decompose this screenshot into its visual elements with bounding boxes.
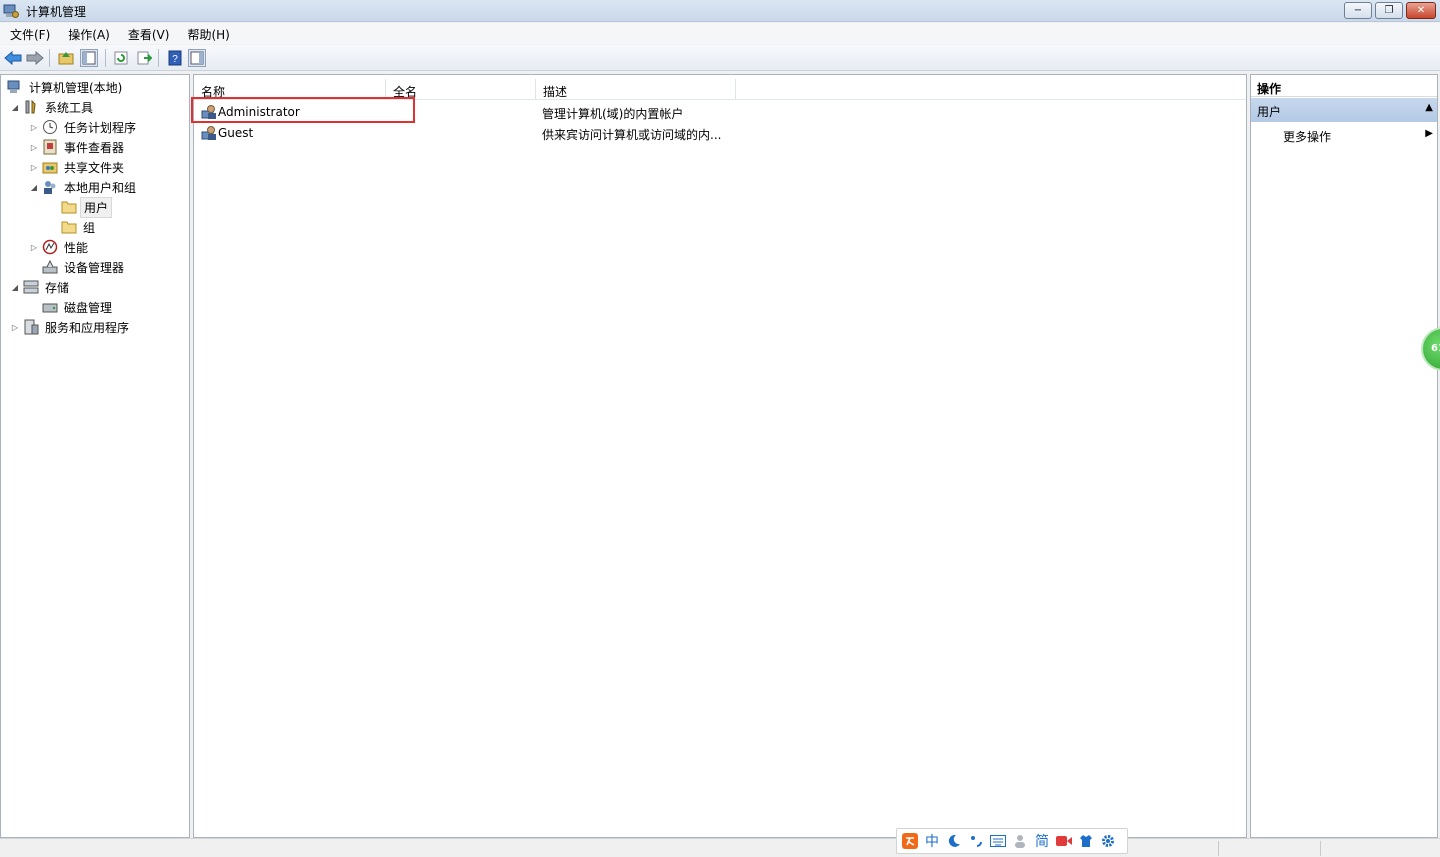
action-pane-header: 操作 [1251,75,1437,97]
tree-item-label: 任务计划程序 [64,120,137,135]
user-icon [201,126,216,140]
export-list-icon[interactable] [135,49,153,67]
menu-view[interactable]: 查看(V) [118,23,178,44]
ime-simplified-chinese[interactable]: 简 [1033,832,1051,850]
disk-management-icon [42,299,58,315]
ime-toolbar: 中 简 [896,828,1128,854]
task-scheduler-icon [42,119,58,135]
help-icon[interactable]: ? [166,49,184,67]
back-icon[interactable] [4,49,22,67]
user-description: 供来宾访问计算机或访问域的内... [542,128,722,142]
collapse-toggle-icon[interactable]: ◢ [10,103,20,112]
performance-icon [42,239,58,255]
user-account-icon[interactable] [1011,832,1029,850]
skin-shirt-icon[interactable] [1077,832,1095,850]
title-bar: 计算机管理 − ❐ ✕ [0,0,1440,22]
tree-item-shared-folders[interactable]: ▷ 共享文件夹 [29,157,127,177]
collapse-toggle-icon[interactable]: ◢ [10,283,20,292]
tree-item-groups[interactable]: 组 [58,217,98,237]
expand-toggle-icon[interactable]: ▷ [29,143,39,152]
tree-item-label: 存储 [45,280,70,295]
close-button[interactable]: ✕ [1406,2,1436,19]
user-name: Guest [218,126,254,140]
keyboard-icon[interactable] [989,832,1007,850]
collapse-arrow-icon[interactable]: ▲ [1425,102,1433,113]
menu-file[interactable]: 文件(F) [0,23,58,44]
tree-item-disk-management[interactable]: 磁盘管理 [39,297,115,317]
tree-item-services-apps[interactable]: ▷ 服务和应用程序 [10,317,132,337]
event-viewer-icon [42,139,58,155]
show-hide-action-pane-icon[interactable] [188,49,206,67]
list-pane: 名称 全名 描述 Administrator 管理计算机(域)的内置帐户 Gue… [193,74,1247,838]
action-section-users[interactable]: 用户 ▲ [1251,98,1437,122]
settings-gear-icon[interactable] [1099,832,1117,850]
submenu-arrow-icon: ▶ [1425,128,1433,139]
ime-logo-icon[interactable] [901,832,919,850]
tree-pane: 计算机管理(本地) ◢ 系统工具 ▷ 任务计划程序 ▷ 事件查看器 ▷ 共享文件… [0,74,190,838]
storage-icon [23,279,39,295]
tree-item-label: 共享文件夹 [64,160,125,175]
forward-icon[interactable] [26,49,44,67]
folder-icon [61,219,77,235]
expand-toggle-icon[interactable]: ▷ [29,163,39,172]
folder-icon [61,199,77,215]
show-hide-tree-icon[interactable] [80,49,98,67]
tree-item-event-viewer[interactable]: ▷ 事件查看器 [29,137,127,157]
computer-management-icon [7,79,23,95]
selection-highlight-box [191,97,415,123]
tree-item-label: 计算机管理(本地) [29,80,123,95]
menu-bar: 文件(F) 操作(A) 查看(V) 帮助(H) [0,23,1440,44]
tree-item-computer-management[interactable]: 计算机管理(本地) [4,77,125,97]
more-actions-item[interactable]: 更多操作 ▶ [1251,124,1437,146]
table-row[interactable]: Guest 供来宾访问计算机或访问域的内... [198,123,1238,143]
computer-management-icon [3,4,19,18]
collapse-toggle-icon[interactable]: ◢ [29,183,39,192]
window-title: 计算机管理 [26,5,87,19]
tree-item-label: 磁盘管理 [64,300,113,315]
punctuation-icon[interactable] [967,832,985,850]
expand-toggle-icon[interactable]: ▷ [29,243,39,252]
refresh-icon[interactable] [112,49,130,67]
tree-item-label: 组 [83,220,96,235]
services-apps-icon [23,319,39,335]
tree-item-device-manager[interactable]: 设备管理器 [39,257,127,277]
device-manager-icon [42,259,58,275]
tree-item-label: 设备管理器 [64,260,125,275]
menu-action[interactable]: 操作(A) [58,23,118,44]
minimize-button[interactable]: − [1344,2,1372,19]
tree-item-performance[interactable]: ▷ 性能 [29,237,91,257]
tree-item-label: 用户 [80,196,113,218]
tree-item-label: 事件查看器 [64,140,125,155]
status-bar [0,838,1440,857]
half-width-moon-icon[interactable] [945,832,963,850]
menu-help[interactable]: 帮助(H) [177,23,237,44]
svg-text:?: ? [172,54,178,65]
expand-toggle-icon[interactable]: ▷ [29,123,39,132]
tree-item-label: 系统工具 [45,100,94,115]
tree-item-task-scheduler[interactable]: ▷ 任务计划程序 [29,117,139,137]
shared-folders-icon [42,159,58,175]
tree-item-label: 服务和应用程序 [45,320,130,335]
system-tools-icon [23,99,39,115]
tree-item-storage[interactable]: ◢ 存储 [10,277,72,297]
local-users-groups-icon [42,179,58,195]
user-description: 管理计算机(域)的内置帐户 [542,107,684,121]
tree-item-local-users-groups[interactable]: ◢ 本地用户和组 [29,177,139,197]
toolbar: ? [0,45,1440,71]
more-actions-label: 更多操作 [1283,130,1332,144]
video-record-icon[interactable] [1055,832,1073,850]
expand-toggle-icon[interactable]: ▷ [10,323,20,332]
action-pane: 操作 用户 ▲ 更多操作 ▶ [1250,74,1438,838]
tree-item-label: 本地用户和组 [64,180,137,195]
tree-item-label: 性能 [64,240,89,255]
up-folder-icon[interactable] [57,49,75,67]
tree-item-system-tools[interactable]: ◢ 系统工具 [10,97,96,117]
tree-item-users[interactable]: 用户 [58,196,113,218]
ime-mode-chinese[interactable]: 中 [923,832,941,850]
restore-button[interactable]: ❐ [1375,2,1403,19]
column-header-description[interactable]: 描述 [536,79,736,100]
action-section-label: 用户 [1257,105,1282,119]
